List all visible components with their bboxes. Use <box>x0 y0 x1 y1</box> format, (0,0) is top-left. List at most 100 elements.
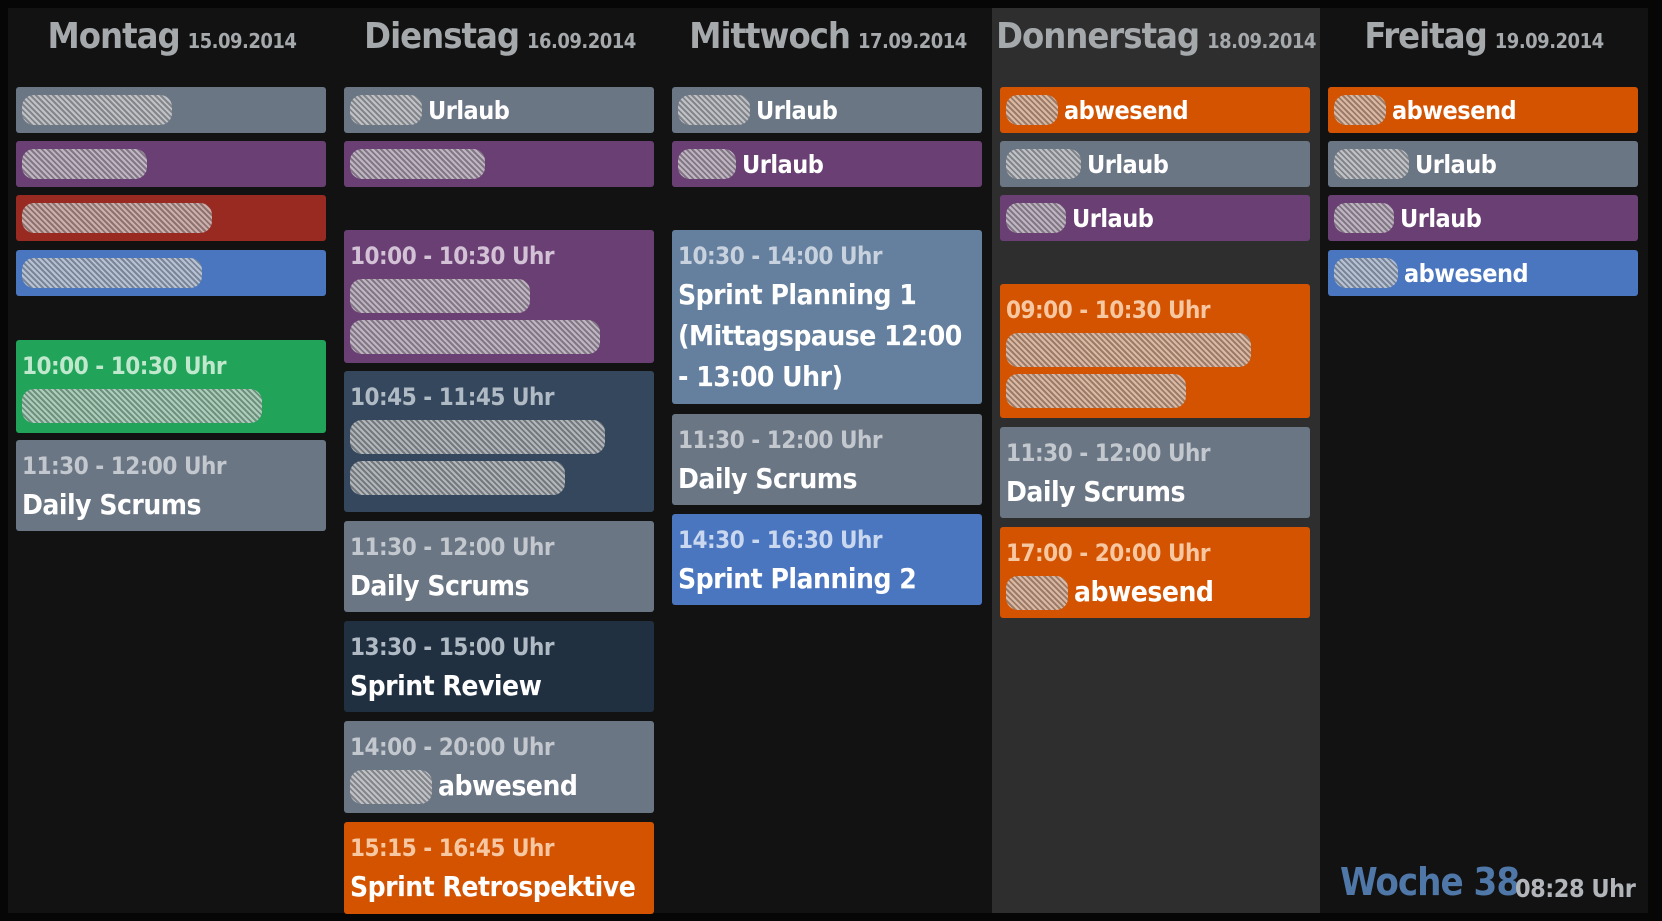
day-name: Mittwoch <box>689 16 851 57</box>
day-header: Donnerstag 18.09.2014 <box>992 16 1320 68</box>
redacted-name <box>678 149 736 179</box>
event-title: Sprint Planning 2 <box>678 562 917 595</box>
current-time: 08:28 Uhr <box>1515 874 1636 903</box>
day-column-thursday: Donnerstag 18.09.2014 abwesend Urlaub Ur… <box>992 8 1320 913</box>
event-label: Urlaub <box>1400 203 1482 233</box>
allday-event[interactable]: abwesend <box>1000 87 1310 133</box>
event-time: 09:00 - 10:30 Uhr <box>1006 296 1211 324</box>
event-time: 17:00 - 20:00 Uhr <box>1006 539 1211 567</box>
calendar-event[interactable]: 11:30 - 12:00 Uhr Daily Scrums <box>16 440 326 531</box>
event-label: Urlaub <box>756 95 838 125</box>
calendar-event[interactable]: 09:00 - 10:30 Uhr <box>1000 284 1310 418</box>
redacted-name <box>1334 203 1394 233</box>
redacted-name <box>1334 258 1398 288</box>
calendar-event[interactable]: 11:30 - 12:00 Uhr Daily Scrums <box>672 414 982 505</box>
allday-event[interactable] <box>16 87 326 133</box>
allday-event[interactable]: abwesend <box>1328 87 1638 133</box>
event-time: 11:30 - 12:00 Uhr <box>350 533 555 561</box>
event-title: abwesend <box>1006 571 1304 612</box>
redacted-text <box>350 320 600 354</box>
redacted-name <box>1006 576 1068 610</box>
redacted-name <box>678 95 750 125</box>
event-time: 11:30 - 12:00 Uhr <box>22 452 227 480</box>
event-title <box>350 274 648 356</box>
event-time: 10:00 - 10:30 Uhr <box>22 352 227 380</box>
event-title: Daily Scrums <box>678 462 858 495</box>
event-time: 10:45 - 11:45 Uhr <box>350 383 555 411</box>
calendar-board: Montag 15.09.2014 10:00 - 10:30 Uhr 11:3… <box>8 8 1648 914</box>
redacted-name <box>350 770 432 804</box>
calendar-event[interactable]: 14:00 - 20:00 Uhr abwesend <box>344 721 654 813</box>
event-label: Urlaub <box>1072 203 1154 233</box>
day-date: 17.09.2014 <box>857 29 967 53</box>
event-time: 15:15 - 16:45 Uhr <box>350 834 555 862</box>
allday-event[interactable]: Urlaub <box>1328 141 1638 187</box>
calendar-event[interactable]: 10:45 - 11:45 Uhr <box>344 371 654 512</box>
day-header: Dienstag 16.09.2014 <box>336 16 664 68</box>
calendar-event[interactable]: 11:30 - 12:00 Uhr Daily Scrums <box>344 521 654 612</box>
day-header: Mittwoch 17.09.2014 <box>664 16 992 68</box>
allday-event[interactable]: Urlaub <box>672 87 982 133</box>
event-time: 14:00 - 20:00 Uhr <box>350 733 555 761</box>
day-date: 15.09.2014 <box>187 29 297 53</box>
calendar-event[interactable]: 10:00 - 10:30 Uhr <box>344 230 654 363</box>
calendar-event[interactable]: 17:00 - 20:00 Uhr abwesend <box>1000 527 1310 618</box>
calendar-event[interactable]: 11:30 - 12:00 Uhr Daily Scrums <box>1000 427 1310 518</box>
day-column-friday: Freitag 19.09.2014 abwesend Urlaub Urlau… <box>1320 8 1648 913</box>
event-title: abwesend <box>350 765 648 806</box>
event-title: Sprint Planning 1 (Mittagspause 12:00 - … <box>678 278 962 393</box>
redacted-name <box>1006 203 1066 233</box>
redacted-name <box>1006 95 1058 125</box>
allday-event[interactable] <box>16 195 326 241</box>
redacted-name <box>350 95 422 125</box>
allday-event[interactable] <box>344 141 654 187</box>
redacted-name <box>22 95 172 125</box>
day-name: Freitag <box>1364 16 1487 57</box>
allday-event[interactable]: Urlaub <box>344 87 654 133</box>
redacted-name <box>22 258 202 288</box>
calendar-event[interactable]: 10:00 - 10:30 Uhr <box>16 340 326 433</box>
event-label: abwesend <box>1404 258 1529 288</box>
event-title: Daily Scrums <box>22 488 202 521</box>
event-label: Urlaub <box>428 95 510 125</box>
redacted-name <box>1334 95 1386 125</box>
calendar-event[interactable]: 10:30 - 14:00 Uhr Sprint Planning 1 (Mit… <box>672 230 982 404</box>
redacted-name <box>1006 149 1081 179</box>
allday-event[interactable]: Urlaub <box>1000 195 1310 241</box>
day-date: 18.09.2014 <box>1207 29 1316 53</box>
event-title: Daily Scrums <box>1006 475 1186 508</box>
event-time: 11:30 - 12:00 Uhr <box>678 426 883 454</box>
redacted-name <box>350 149 485 179</box>
redacted-text <box>22 389 262 423</box>
day-name: Montag <box>47 16 181 57</box>
redacted-text <box>350 461 565 495</box>
event-label: Urlaub <box>742 149 824 179</box>
event-title <box>22 384 320 425</box>
day-name: Donnerstag <box>996 16 1200 57</box>
event-title: Daily Scrums <box>350 569 530 602</box>
event-title: Sprint Retrospektive <box>350 870 636 903</box>
event-title <box>350 415 648 497</box>
calendar-event[interactable]: 14:30 - 16:30 Uhr Sprint Planning 2 <box>672 514 982 605</box>
day-header: Freitag 19.09.2014 <box>1320 16 1648 68</box>
day-name: Dienstag <box>364 16 520 57</box>
redacted-name <box>1334 149 1409 179</box>
calendar-event[interactable]: 15:15 - 16:45 Uhr Sprint Retrospektive <box>344 822 654 914</box>
event-label: abwesend <box>1064 95 1189 125</box>
allday-event[interactable] <box>16 141 326 187</box>
calendar-event[interactable]: 13:30 - 15:00 Uhr Sprint Review <box>344 621 654 712</box>
event-title <box>1006 328 1304 410</box>
event-time: 11:30 - 12:00 Uhr <box>1006 439 1211 467</box>
allday-event[interactable]: Urlaub <box>672 141 982 187</box>
event-time: 13:30 - 15:00 Uhr <box>350 633 555 661</box>
redacted-name <box>22 149 147 179</box>
event-label: Urlaub <box>1087 149 1169 179</box>
allday-event[interactable]: Urlaub <box>1000 141 1310 187</box>
day-header: Montag 15.09.2014 <box>8 16 336 68</box>
allday-event[interactable] <box>16 250 326 296</box>
day-column-wednesday: Mittwoch 17.09.2014 Urlaub Urlaub 10:30 … <box>664 8 992 913</box>
allday-event[interactable]: Urlaub <box>1328 195 1638 241</box>
event-time: 10:00 - 10:30 Uhr <box>350 242 555 270</box>
event-label: abwesend <box>1392 95 1517 125</box>
allday-event[interactable]: abwesend <box>1328 250 1638 296</box>
